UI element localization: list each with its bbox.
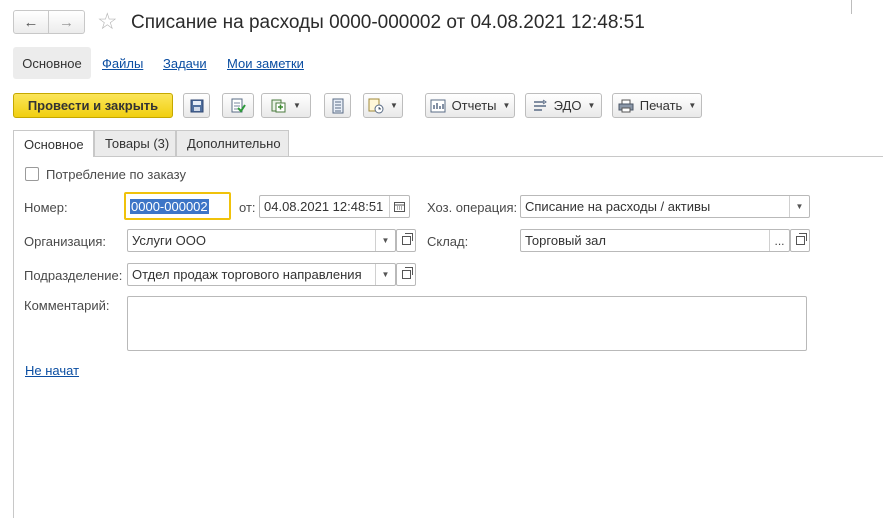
section-files-link[interactable]: Файлы [102,56,143,71]
chevron-down-icon[interactable]: ▼ [789,196,809,217]
document-journal-button[interactable] [324,93,351,118]
number-value: 0000-000002 [130,198,209,214]
post-document-icon [231,98,246,113]
create-based-on-icon [271,99,286,112]
date-label: от: [239,200,256,215]
number-field[interactable]: 0000-000002 [124,192,231,220]
section-main[interactable]: Основное [13,47,91,79]
save-button[interactable] [183,93,210,118]
edo-icon [533,99,547,111]
panel-border [13,156,14,518]
reports-icon [430,99,446,112]
star-icon[interactable]: ☆ [97,8,118,34]
related-documents-button[interactable]: ▼ [363,93,403,118]
window-divider [851,0,852,14]
tab-divider [13,156,883,157]
section-tasks-link[interactable]: Задачи [163,56,207,71]
tab-goods[interactable]: Товары (3) [94,130,176,156]
chevron-down-icon: ▼ [502,101,511,110]
arrow-left-icon: ← [23,13,39,31]
printer-icon [618,99,634,112]
create-based-on-button[interactable]: ▼ [261,93,311,118]
department-open-button[interactable] [396,263,416,286]
tab-additional-label: Дополнительно [187,136,281,151]
post-button[interactable] [222,93,254,118]
organization-label: Организация: [24,234,107,249]
date-value: 04.08.2021 12:48:51 [264,199,384,214]
chevron-down-icon: ▼ [688,101,697,110]
organization-select[interactable]: Услуги ООО ▼ [127,229,396,252]
floppy-disk-icon [190,99,203,112]
section-main-label: Основное [22,55,82,71]
status-link[interactable]: Не начат [25,363,79,378]
post-and-close-label: Провести и закрыть [27,98,159,113]
chevron-down-icon: ▼ [293,101,301,110]
operation-label: Хоз. операция: [427,200,518,215]
print-button[interactable]: Печать ▼ [612,93,702,118]
operation-select[interactable]: Списание на расходы / активы ▼ [520,195,810,218]
page-title: Списание на расходы 0000-000002 от 04.08… [131,12,645,33]
ellipsis-icon[interactable]: ... [769,230,789,251]
section-notes-link[interactable]: Мои заметки [227,56,304,71]
consumption-by-order-label: Потребление по заказу [46,167,186,182]
list-document-icon [332,98,343,113]
comment-textarea[interactable] [127,296,807,351]
edo-button[interactable]: ЭДО ▼ [525,93,602,118]
reports-label: Отчеты [451,98,497,113]
calendar-icon[interactable] [389,196,409,217]
date-field[interactable]: 04.08.2021 12:48:51 [259,195,410,218]
organization-value: Услуги ООО [132,233,206,248]
open-window-icon [795,233,807,245]
chevron-down-icon: ▼ [390,101,398,110]
warehouse-value: Торговый зал [525,233,606,248]
tab-additional[interactable]: Дополнительно [176,130,289,156]
open-window-icon [401,267,413,279]
reports-button[interactable]: Отчеты ▼ [425,93,515,118]
back-button[interactable]: ← [13,10,49,34]
warehouse-label: Склад: [427,234,469,249]
number-label: Номер: [24,200,68,215]
chevron-down-icon: ▼ [587,101,596,110]
operation-value: Списание на расходы / активы [525,199,711,214]
tab-main[interactable]: Основное [13,130,94,157]
consumption-by-order-checkbox[interactable] [25,167,39,181]
comment-label: Комментарий: [24,298,110,313]
tab-main-label: Основное [24,136,84,152]
department-label: Подразделение: [24,268,123,283]
warehouse-field[interactable]: Торговый зал ... [520,229,790,252]
department-select[interactable]: Отдел продаж торгового направления ▼ [127,263,396,286]
edo-label: ЭДО [553,98,582,113]
post-and-close-button[interactable]: Провести и закрыть [13,93,173,118]
chevron-down-icon[interactable]: ▼ [375,230,395,251]
print-label: Печать [639,98,683,113]
tab-goods-label: Товары (3) [105,136,170,151]
document-clock-icon [368,98,384,113]
arrow-right-icon: → [59,13,74,31]
chevron-down-icon[interactable]: ▼ [375,264,395,285]
warehouse-open-button[interactable] [790,229,810,252]
open-window-icon [401,233,413,245]
organization-open-button[interactable] [396,229,416,252]
department-value: Отдел продаж торгового направления [132,267,362,282]
forward-button[interactable]: → [49,10,85,34]
